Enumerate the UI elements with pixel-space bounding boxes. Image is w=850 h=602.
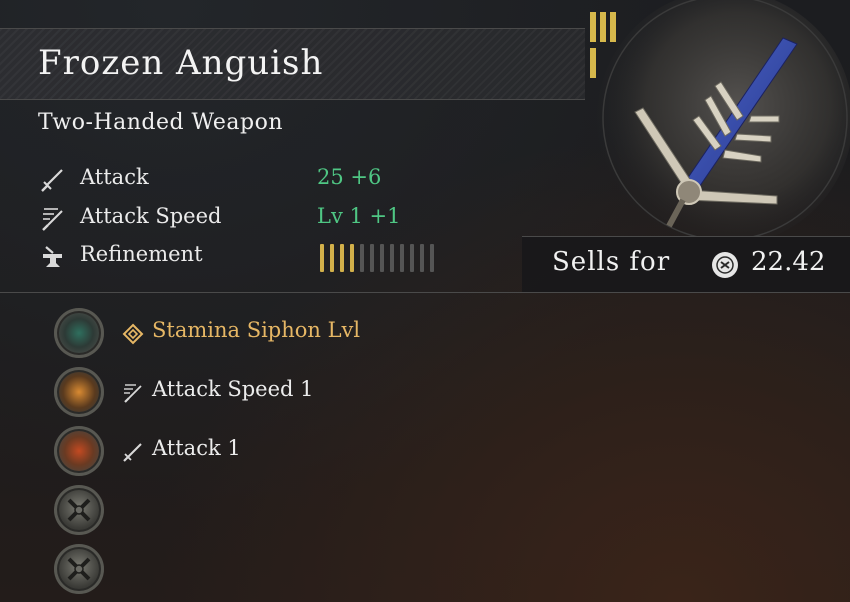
anvil-icon [43,246,62,267]
sell-value: 22.42 [751,247,826,277]
crossed-blades-icon [67,557,91,581]
refinement-pip-empty [380,244,384,272]
attack-speed-icon [124,384,142,403]
rune-slot-1[interactable]: Stamina Siphon Lvl [54,308,554,360]
refinement-pip-filled [340,244,344,272]
rune-emblem-icon [54,426,104,476]
rune-slot-5[interactable] [54,544,554,596]
stat-row-attack-speed: Attack Speed Lv 1 +1 [40,204,460,232]
rune-emblem-icon [54,308,104,358]
stat-value: Lv 1 +1 [317,204,401,228]
rune-label: Attack Speed 1 [152,377,314,401]
stat-value: 25 +6 [317,165,382,189]
refinement-pip-filled [330,244,334,272]
sell-label: Sells for [552,247,671,277]
rune-slot-2[interactable]: Attack Speed 1 [54,367,554,419]
item-header: Frozen Anguish [0,28,585,100]
rune-emblem-icon [54,367,104,417]
item-name: Frozen Anguish [38,43,324,83]
rune-slot-4[interactable] [54,485,554,537]
crossed-blades-icon [67,498,91,522]
sword-icon [123,443,142,462]
rune-label: Attack 1 [152,436,241,460]
rune-diamond-icon [122,323,144,345]
stat-row-refinement: Refinement [40,242,460,272]
refinement-pip-empty [360,244,364,272]
refinement-pip-filled [350,244,354,272]
tier-marker-icon [590,12,616,78]
stat-label: Attack Speed [80,204,222,228]
refinement-pip-filled [320,244,324,272]
section-divider [0,292,850,293]
stat-label: Attack [80,165,149,189]
coin-icon [712,252,738,278]
sell-price-panel: Sells for 22.42 [522,236,850,293]
rune-slot-3[interactable]: Attack 1 [54,426,554,478]
refinement-pip-empty [430,244,434,272]
refinement-pip-empty [390,244,394,272]
refinement-meter [320,244,460,272]
refinement-pip-empty [420,244,424,272]
sword-icon [41,169,63,192]
item-type: Two-Handed Weapon [38,110,283,135]
refinement-pip-empty [400,244,404,272]
attack-speed-icon [42,208,63,231]
stat-row-attack: Attack 25 +6 [40,165,460,193]
refinement-pip-empty [410,244,414,272]
rune-label: Stamina Siphon Lvl [152,318,361,342]
refinement-pip-empty [370,244,374,272]
stat-label: Refinement [80,242,203,266]
